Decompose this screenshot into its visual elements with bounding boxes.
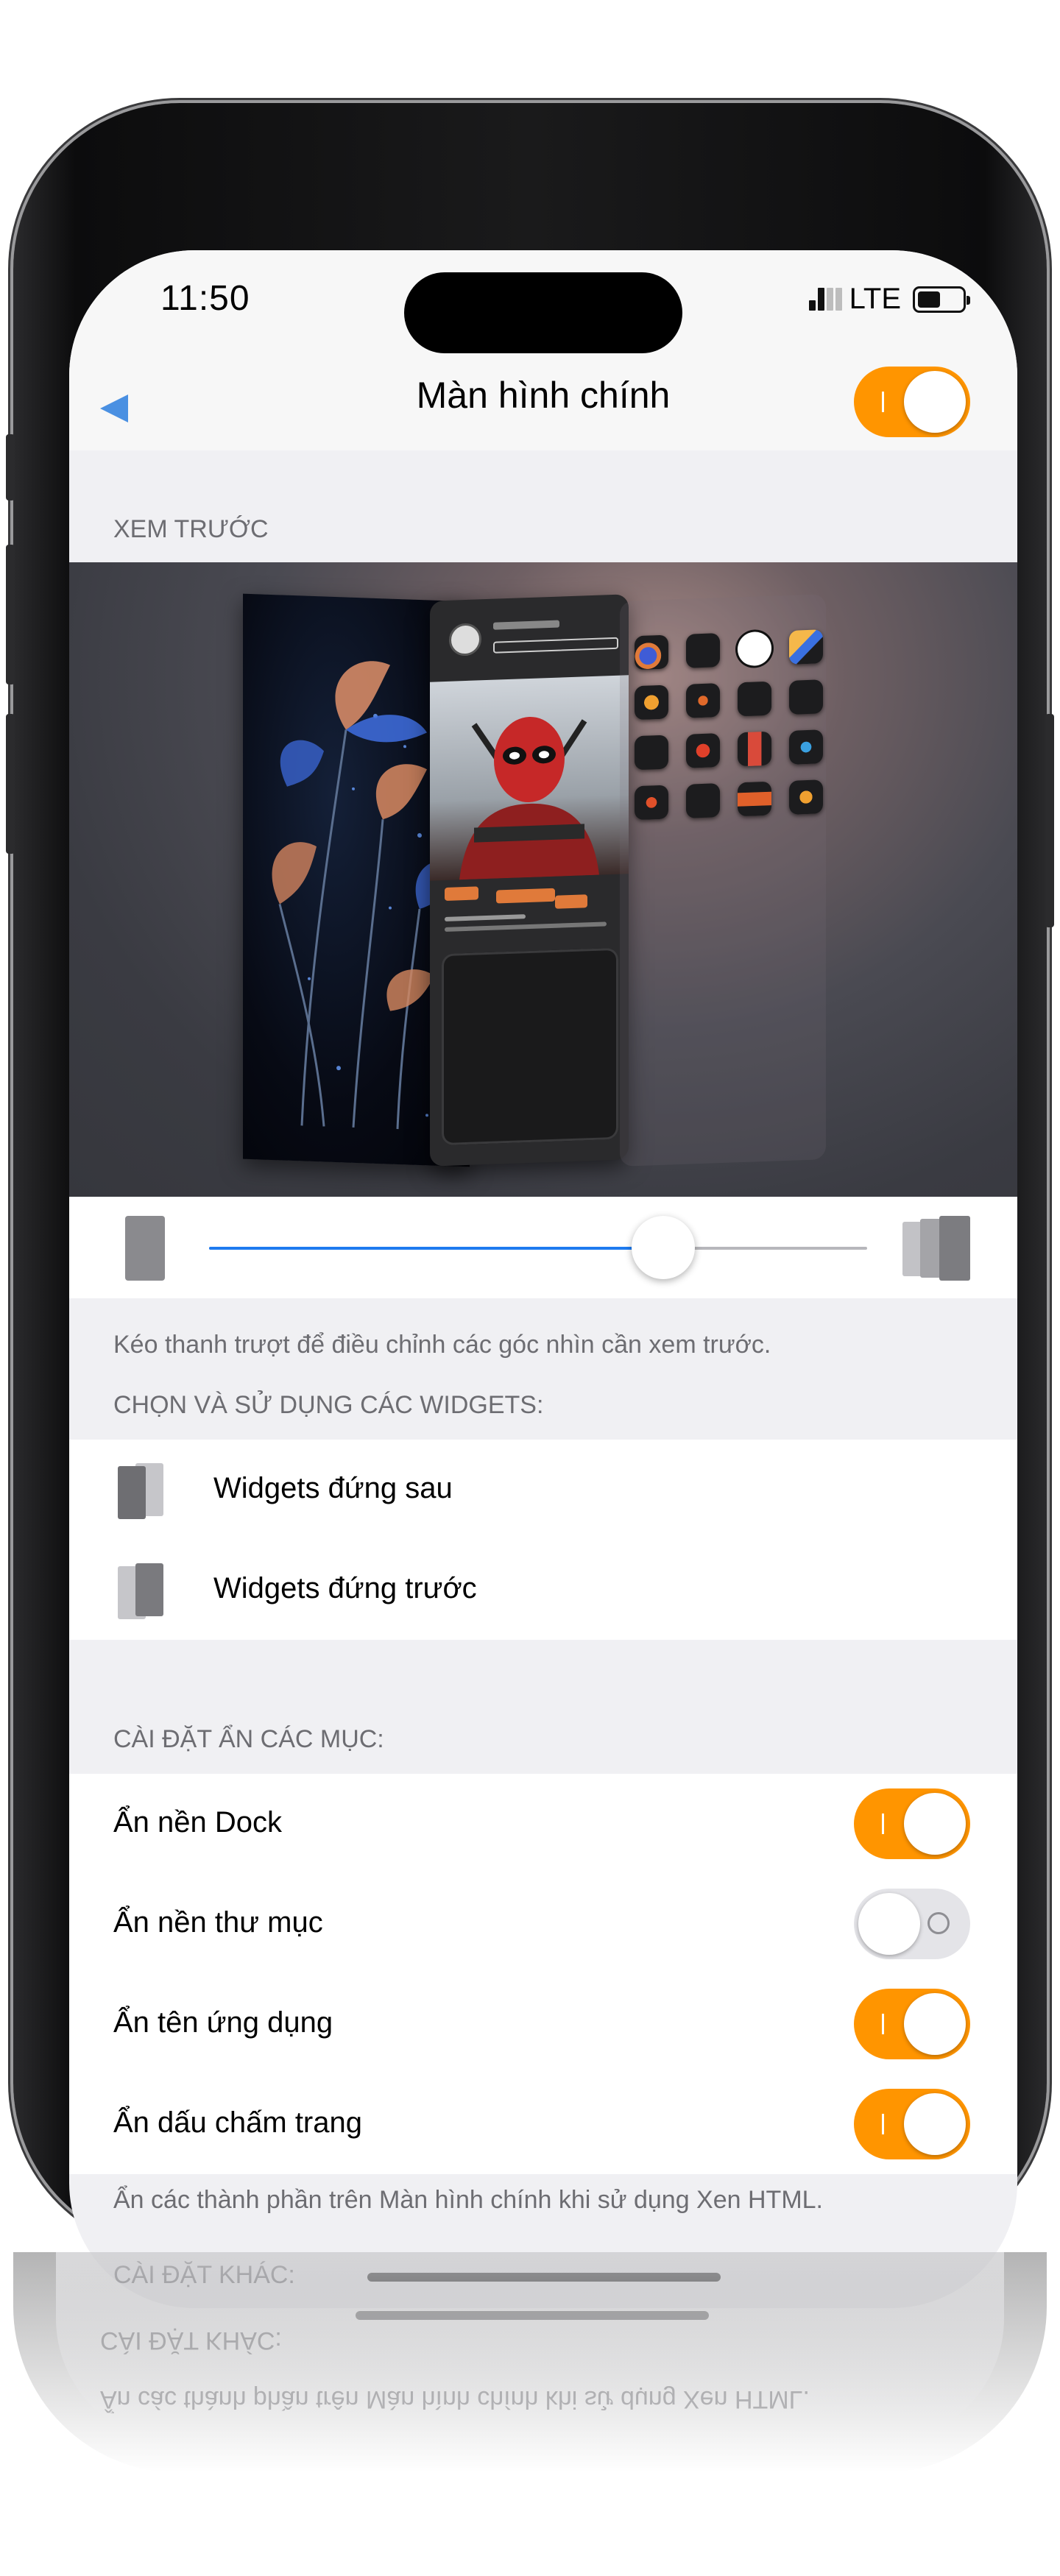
- app-icon: [738, 731, 771, 767]
- widget-avatar: [449, 623, 481, 657]
- clock-app-icon: [738, 631, 771, 667]
- app-icon: [686, 683, 720, 718]
- hide-folder-row: Ẩn nền thư mục: [69, 1874, 1017, 1974]
- app-icon: [738, 781, 771, 817]
- app-icon: [635, 785, 668, 821]
- battery-icon: [913, 286, 970, 313]
- angle-slider-row: [69, 1197, 1017, 1298]
- widget-date-chip: [496, 888, 555, 904]
- header: 11:50 LTE Màn hình chính: [69, 250, 1017, 450]
- reflection-other-label: CÀI ĐẶT KHÁC:: [100, 2326, 282, 2354]
- hide-dock-label: Ẩn nền Dock: [113, 1806, 283, 1839]
- preview-section-label: XEM TRƯỚC: [113, 515, 269, 543]
- hide-app-name-row: Ẩn tên ứng dụng: [69, 1974, 1017, 2074]
- wallpaper-preview: [69, 562, 1017, 1197]
- phone-frame: 11:50 LTE Màn hình chính XEM TRƯỚC Kéo t…: [6, 103, 1054, 2308]
- widgets-section-label: CHỌN VÀ SỬ DỤNG CÁC WIDGETS:: [113, 1391, 544, 1419]
- widget-greeting: [493, 620, 559, 630]
- app-icon: [686, 733, 720, 768]
- hide-settings-group: Ẩn nền Dock Ẩn nền thư mục Ẩn tên ứng dụ…: [69, 1774, 1017, 2174]
- layered-pages-icon[interactable]: [901, 1214, 973, 1282]
- app-icon-grid: [635, 629, 823, 821]
- widget-date-chip: [555, 894, 587, 909]
- angle-slider-thumb[interactable]: [631, 1216, 695, 1279]
- widget-hero-image: [430, 675, 629, 881]
- hide-section-label: CÀI ĐẶT ẨN CÁC MỤC:: [113, 1725, 384, 1753]
- app-icon-layer: [620, 594, 826, 1167]
- power-button: [1045, 714, 1054, 927]
- widget-dark-panel: [442, 947, 618, 1146]
- deadpool-figure-image: [459, 716, 599, 880]
- widget-back-row[interactable]: Widgets đứng sau: [69, 1440, 1017, 1540]
- app-icon: [686, 633, 720, 668]
- widgets-group: Widgets đứng sau Widgets đứng trước: [69, 1440, 1017, 1640]
- app-icon: [635, 684, 668, 721]
- app-icon: [789, 679, 823, 715]
- main-toggle[interactable]: [854, 367, 970, 437]
- widget-front-label: Widgets đứng trước: [213, 1572, 477, 1604]
- slider-hint: Kéo thanh trượt để điều chỉnh các góc nh…: [113, 1331, 771, 1359]
- widget-back-label: Widgets đứng sau: [213, 1472, 453, 1504]
- reflection-footnote: Ẩn các thành phần trên Màn hình chính kh…: [100, 2385, 810, 2413]
- widget-date-chip: [445, 886, 478, 902]
- app-icon: [789, 729, 823, 765]
- hide-app-name-toggle[interactable]: [854, 1989, 970, 2059]
- reflection-home-indicator: [356, 2311, 709, 2320]
- widget-day-title: [493, 637, 618, 654]
- signal-icon: [808, 288, 842, 311]
- angle-slider-track[interactable]: [209, 1247, 867, 1250]
- app-icon: [635, 735, 668, 771]
- single-page-icon[interactable]: [124, 1214, 166, 1282]
- widget-front-icon: [118, 1563, 163, 1619]
- hide-section-footnote: Ẩn các thành phần trên Màn hình chính kh…: [113, 2186, 824, 2214]
- app-icon: [789, 779, 823, 815]
- hide-page-dots-label: Ẩn dấu chấm trang: [113, 2106, 362, 2139]
- status-icons: LTE: [808, 283, 970, 316]
- hide-dock-toggle[interactable]: [854, 1788, 970, 1859]
- dynamic-island: [404, 272, 682, 353]
- phone-reflection: CÀI ĐẶT KHÁC: Ẩn các thành phần trên Màn…: [13, 2252, 1047, 2473]
- volume-up-button: [6, 545, 15, 684]
- volume-down-button: [6, 714, 15, 854]
- hide-folder-toggle[interactable]: [854, 1889, 970, 1959]
- hide-folder-label: Ẩn nền thư mục: [113, 1906, 323, 1939]
- action-button: [6, 434, 15, 500]
- hide-dock-row: Ẩn nền Dock: [69, 1774, 1017, 1874]
- widget-text-line: [445, 914, 526, 922]
- widget-front-row[interactable]: Widgets đứng trước: [69, 1540, 1017, 1640]
- network-label: LTE: [849, 283, 901, 315]
- angle-slider-fill: [209, 1247, 663, 1250]
- app-icon: [738, 681, 771, 717]
- hide-page-dots-toggle[interactable]: [854, 2089, 970, 2159]
- status-time: 11:50: [160, 279, 250, 318]
- app-icon: [789, 629, 823, 665]
- widget-back-icon: [118, 1463, 163, 1519]
- screen: 11:50 LTE Màn hình chính XEM TRƯỚC Kéo t…: [69, 250, 1017, 2308]
- app-icon: [686, 783, 720, 818]
- app-icon: [635, 634, 668, 670]
- widget-layer: [430, 594, 629, 1167]
- hide-page-dots-row: Ẩn dấu chấm trang: [69, 2074, 1017, 2174]
- hide-app-name-label: Ẩn tên ứng dụng: [113, 2006, 333, 2039]
- widget-text-line: [445, 921, 607, 933]
